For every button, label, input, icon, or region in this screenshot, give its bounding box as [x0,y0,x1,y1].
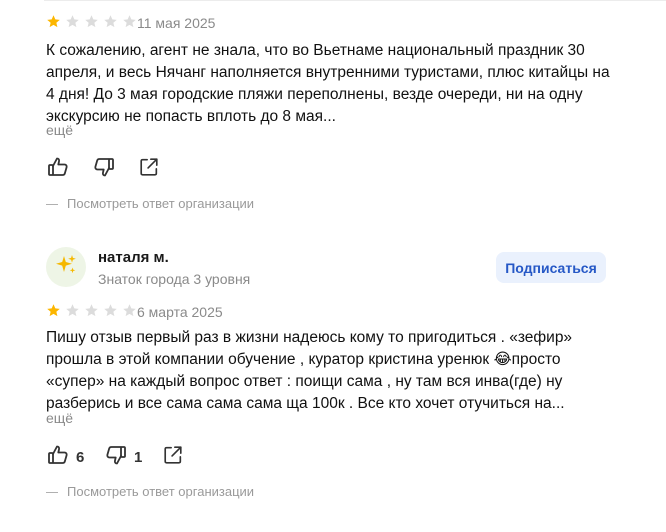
share-button[interactable] [162,444,184,470]
thumbs-up-icon [46,443,70,472]
author-name[interactable]: наталя м. [98,249,169,266]
author-level: Знаток города 3 уровня [98,271,251,287]
avatar[interactable] [46,247,86,287]
review-author: наталя м. Знаток города 3 уровня Подписа… [46,245,616,289]
star-empty-icon [85,304,98,317]
star-empty-icon [66,15,79,28]
review-actions: 6 1 [46,444,346,470]
dislike-button[interactable]: 1 [104,444,142,470]
review-date: 11 мая 2025 [137,15,216,31]
rating-stars [46,303,137,321]
star-filled-icon [47,304,60,317]
sparkles-icon [54,253,78,282]
star-empty-icon [123,15,136,28]
view-org-answer-link[interactable]: Посмотреть ответ организации [46,196,366,214]
more-link[interactable]: ещё [46,122,73,138]
view-org-answer-label: Посмотреть ответ организации [67,196,255,211]
dislike-button[interactable] [92,156,122,182]
review-meta: 11 мая 2025 [46,14,346,32]
rating-stars [46,14,137,32]
review-text: Пишу отзыв первый раз в жизни надеюсь ко… [46,329,573,412]
review-date: 6 марта 2025 [137,304,223,320]
share-icon [162,444,184,471]
review-text: К сожалению, агент не знала, что во Вьет… [46,42,610,125]
star-empty-icon [66,304,79,317]
thumbs-down-icon [92,155,116,184]
star-empty-icon [104,15,117,28]
view-org-answer-link[interactable]: Посмотреть ответ организации [46,484,366,502]
like-button[interactable] [46,156,76,182]
star-empty-icon [123,304,136,317]
star-filled-icon [47,15,60,28]
review-meta: 6 марта 2025 [46,303,346,321]
star-empty-icon [104,304,117,317]
divider [44,0,666,1]
dash-icon [46,204,58,205]
more-link[interactable]: ещё [46,410,73,426]
dislikes-count: 1 [134,448,143,466]
thumbs-up-icon [46,155,70,184]
review-actions [46,156,346,182]
thumbs-down-icon [104,443,128,472]
share-icon [138,156,160,183]
view-org-answer-label: Посмотреть ответ организации [67,484,255,499]
star-empty-icon [85,15,98,28]
dash-icon [46,492,58,493]
share-button[interactable] [138,156,160,182]
subscribe-button[interactable]: Подписаться [496,252,606,283]
likes-count: 6 [76,448,85,466]
like-button[interactable]: 6 [46,444,84,470]
